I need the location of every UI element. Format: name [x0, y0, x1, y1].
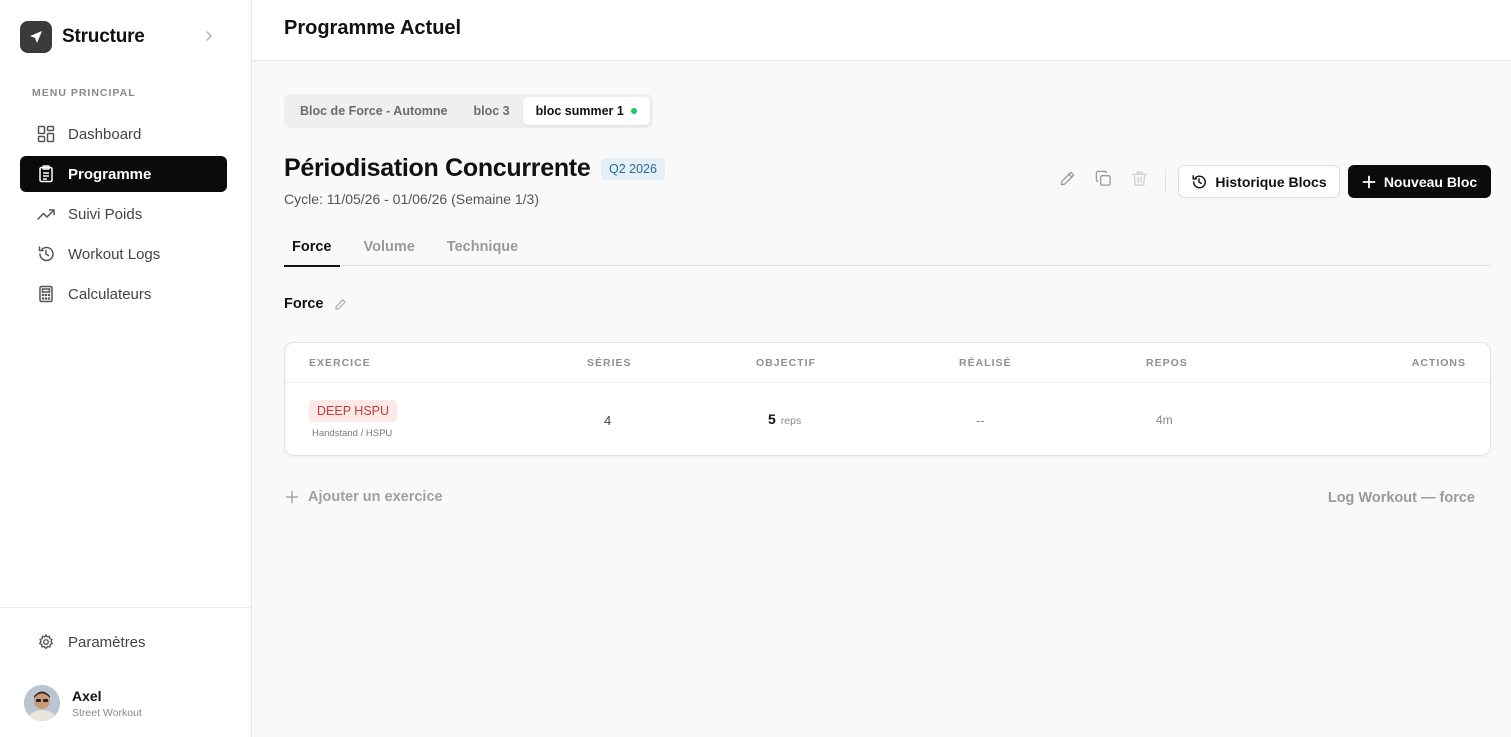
sidebar-item-dashboard[interactable]: Dashboard: [20, 116, 227, 152]
block-tab-bloc-3[interactable]: bloc 3: [460, 97, 522, 125]
block-tab-label: bloc summer 1: [535, 104, 624, 118]
page-title: Programme Actuel: [284, 17, 462, 39]
trending-up-icon: [36, 204, 56, 224]
edit-block-button[interactable]: [1056, 170, 1078, 192]
exercise-table: EXERCICE SÉRIES OBJECTIF RÉALISÉ REPOS A…: [284, 342, 1491, 456]
history-blocks-label: Historique Blocs: [1215, 173, 1327, 190]
section-title-text: Force: [284, 296, 324, 312]
sidebar: Structure MENU PRINCIPAL Dashboard Progr…: [0, 0, 252, 737]
block-tab-summer-1[interactable]: bloc summer 1: [522, 97, 650, 125]
add-exercise-label: Ajouter un exercice: [308, 489, 443, 505]
session-tabs: Force Volume Technique: [284, 227, 1491, 267]
col-rest: REPOS: [1146, 357, 1188, 369]
user-profile[interactable]: Axel Street Workout: [24, 685, 142, 721]
gear-icon: [36, 632, 56, 652]
action-separator: [1165, 169, 1166, 193]
sidebar-item-label: Programme: [68, 165, 152, 183]
block-tabs: Bloc de Force - Automne bloc 3 bloc summ…: [284, 94, 653, 128]
col-done: RÉALISÉ: [959, 357, 1012, 369]
exercise-category: Handstand / HSPU: [312, 428, 393, 439]
user-role: Street Workout: [72, 706, 142, 719]
tab-force[interactable]: Force: [284, 227, 340, 267]
sidebar-item-suivi-poids[interactable]: Suivi Poids: [20, 196, 227, 232]
objective-value: 5: [768, 411, 776, 427]
settings-label: Paramètres: [68, 633, 146, 651]
exercise-name[interactable]: DEEP HSPU: [309, 400, 398, 422]
cell-done: --: [976, 413, 985, 428]
send-icon: [20, 20, 52, 53]
active-dot: [630, 108, 637, 114]
history-icon: [36, 244, 56, 264]
duplicate-block-button[interactable]: [1092, 170, 1114, 192]
objective-unit: reps: [780, 415, 802, 427]
quarter-badge: Q2 2026: [601, 158, 665, 180]
sidebar-item-label: Suivi Poids: [68, 205, 143, 223]
calculator-icon: [36, 284, 56, 304]
cycle-info: Cycle: 11/05/26 - 01/06/26 (Semaine 1/3): [284, 191, 540, 207]
sidebar-item-workout-logs[interactable]: Workout Logs: [20, 236, 227, 272]
main-nav: Dashboard Programme Suivi Poids Workout …: [20, 116, 227, 316]
pencil-icon: [1059, 170, 1076, 192]
history-icon: [1191, 174, 1207, 190]
sidebar-item-label: Dashboard: [68, 125, 142, 143]
table-header: EXERCICE SÉRIES OBJECTIF RÉALISÉ REPOS A…: [285, 343, 1490, 383]
new-block-button[interactable]: Nouveau Bloc: [1348, 165, 1491, 198]
log-workout-button[interactable]: Log Workout — force: [1328, 490, 1475, 506]
top-header: Programme Actuel: [252, 0, 1511, 61]
clipboard-icon: [36, 164, 56, 184]
menu-heading: MENU PRINCIPAL: [32, 87, 136, 99]
cell-series: 4: [604, 413, 612, 428]
chevron-right-icon[interactable]: [201, 28, 217, 44]
history-blocks-button[interactable]: Historique Blocs: [1178, 165, 1340, 198]
pencil-icon[interactable]: [334, 298, 347, 311]
sidebar-item-programme[interactable]: Programme: [20, 156, 227, 192]
sidebar-item-label: Calculateurs: [68, 285, 152, 303]
plus-icon: [1362, 175, 1376, 189]
add-exercise-button[interactable]: Ajouter un exercice: [285, 489, 443, 505]
sidebar-item-parametres[interactable]: Paramètres: [20, 624, 227, 660]
block-tab-force-automne[interactable]: Bloc de Force - Automne: [287, 97, 460, 125]
user-name: Axel: [72, 687, 102, 704]
cell-objective: 5 reps: [768, 411, 801, 427]
grid-icon: [36, 124, 56, 144]
sidebar-item-label: Workout Logs: [68, 245, 161, 263]
cell-rest: 4m: [1156, 413, 1173, 427]
col-exercise: EXERCICE: [309, 357, 371, 369]
col-actions: ACTIONS: [1411, 357, 1466, 369]
brand-name: Structure: [62, 25, 145, 47]
col-series: SÉRIES: [587, 357, 632, 369]
avatar: [24, 685, 60, 721]
table-row[interactable]: DEEP HSPU Handstand / HSPU 4 5 reps -- 4…: [285, 384, 1490, 456]
sidebar-divider: [0, 607, 251, 608]
brand[interactable]: Structure: [20, 20, 227, 53]
copy-icon: [1095, 170, 1112, 192]
program-title: Périodisation Concurrente: [284, 154, 591, 182]
tab-technique[interactable]: Technique: [439, 227, 526, 266]
new-block-label: Nouveau Bloc: [1383, 173, 1478, 190]
col-objective: OBJECTIF: [756, 357, 816, 369]
trash-icon: [1131, 170, 1148, 192]
sidebar-item-calculateurs[interactable]: Calculateurs: [20, 276, 227, 312]
section-title: Force: [284, 296, 347, 312]
plus-icon: [285, 490, 299, 504]
delete-block-button[interactable]: [1128, 170, 1150, 192]
tab-volume[interactable]: Volume: [356, 227, 423, 266]
